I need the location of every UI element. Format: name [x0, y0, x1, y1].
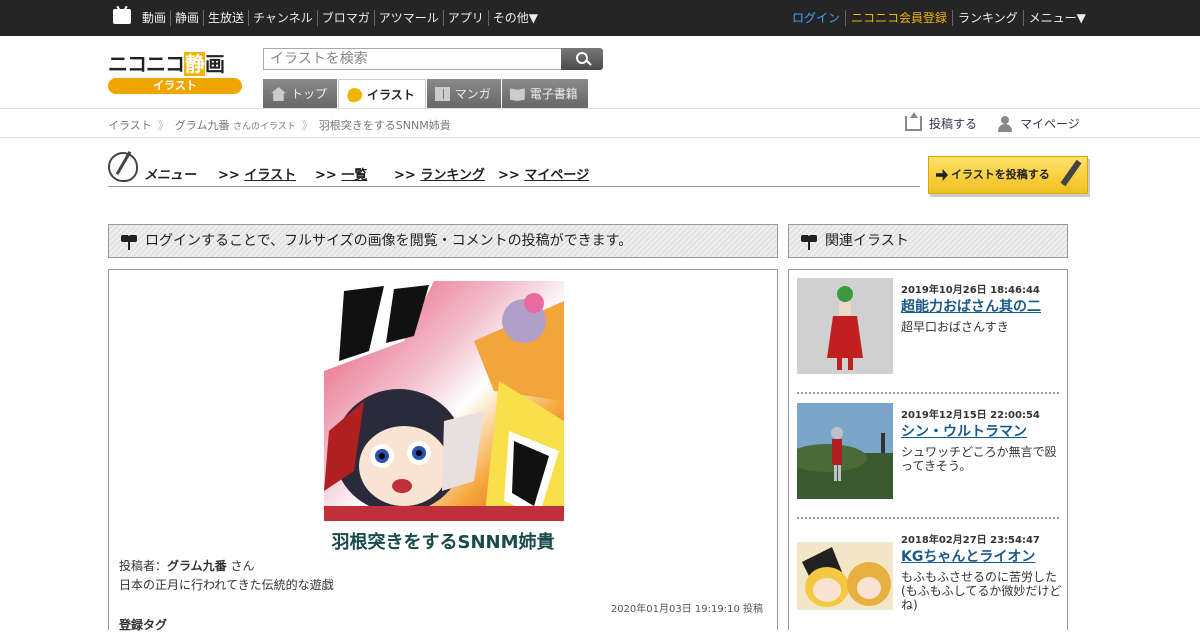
related-caption: シュワッチどころか無言で殴ってきそう。 — [901, 445, 1057, 473]
related-title-link[interactable]: シン・ウルトラマン — [901, 421, 1027, 441]
tab-top[interactable]: トップ — [263, 79, 338, 109]
search-input[interactable] — [263, 48, 561, 70]
breadcrumb-user-suffix[interactable]: さんのイラスト — [233, 122, 296, 132]
breadcrumb-root[interactable]: イラスト — [108, 119, 152, 132]
nav-douga[interactable]: 動画 — [138, 10, 170, 26]
illust-detail-panel: 羽根突きをするSNNM姉貴 投稿者：グラム九番 さん 日本の正月に行われてきた伝… — [108, 269, 778, 632]
related-thumbnail[interactable] — [797, 278, 893, 374]
book-icon — [509, 88, 525, 101]
illust-image[interactable] — [324, 281, 564, 521]
account-nav: ログイン ニコニコ会員登録 ランキング メニュー▼ — [787, 10, 1091, 26]
nav-other-dropdown[interactable]: その他▼ — [487, 10, 542, 26]
mypage-link[interactable]: マイページ — [998, 115, 1080, 132]
breadcrumb: イラスト》グラム九番 さんのイラスト》羽根突きをするSNNM姉貴 — [108, 117, 451, 133]
tab-ebook[interactable]: 電子書籍 — [501, 79, 588, 109]
logo-text: ニコニコ静画 — [108, 52, 225, 76]
palette-icon — [108, 152, 138, 182]
breadcrumb-separator: 》 — [301, 119, 313, 132]
item-divider — [797, 517, 1059, 519]
niconico-tv-icon[interactable] — [113, 9, 131, 24]
illust-description: 日本の正月に行われてきた伝統的な遊戯 — [119, 578, 334, 592]
nav-channel[interactable]: チャンネル — [248, 10, 317, 26]
sprout-icon — [799, 235, 819, 250]
poster-info: 投稿者：グラム九番 さん — [119, 559, 255, 573]
home-icon — [271, 87, 286, 101]
related-illust-panel: 2019年10月26日 18:46:44 超能力おばさん其の二 超早口おばさんす… — [788, 269, 1068, 630]
related-title-link[interactable]: 超能力おばさん其の二 — [901, 296, 1041, 316]
related-date: 2019年12月15日 22:00:54 — [901, 410, 1040, 421]
nav-atsumaru[interactable]: アツマール — [373, 10, 443, 26]
login-link[interactable]: ログイン — [787, 10, 845, 26]
tab-manga[interactable]: マンガ — [426, 79, 501, 109]
logo-subtitle: イラスト — [108, 78, 242, 94]
category-tabs: トップ イラスト マンガ 電子書籍 — [263, 79, 589, 110]
related-thumbnail[interactable] — [797, 542, 893, 610]
nav-app[interactable]: アプリ — [442, 10, 488, 26]
menu-dropdown[interactable]: メニュー▼ — [1022, 10, 1091, 26]
menu-link-ranking[interactable]: >> ランキング — [394, 164, 485, 183]
ranking-link[interactable]: ランキング — [952, 10, 1023, 26]
related-caption: 超早口おばさんすき — [901, 320, 1009, 334]
login-notice: ログインすることで、フルサイズの画像を閲覧・コメントの投稿ができます。 — [108, 224, 778, 258]
breadcrumb-bar: イラスト》グラム九番 さんのイラスト》羽根突きをするSNNM姉貴 投稿する マイ… — [0, 108, 1200, 138]
thumbnail-art — [797, 403, 893, 499]
search-form — [263, 48, 603, 70]
search-button[interactable] — [561, 48, 603, 70]
nav-seiga[interactable]: 静画 — [170, 10, 203, 26]
sprout-icon — [119, 235, 139, 250]
thumbnail-art — [797, 278, 893, 374]
illust-title: 羽根突きをするSNNM姉貴 — [331, 532, 555, 553]
menu-link-list[interactable]: >> 一覧 — [315, 164, 367, 183]
related-heading: 関連イラスト — [788, 224, 1068, 258]
menu-link-mypage[interactable]: >> マイページ — [498, 164, 589, 183]
related-thumbnail[interactable] — [797, 403, 893, 499]
upload-icon — [905, 112, 922, 131]
menu-link-illust[interactable]: >> イラスト — [218, 164, 296, 183]
top-navigation-bar: 動画 静画 生放送 チャンネル ブロマガ アツマール アプリ その他▼ ログイン… — [0, 0, 1200, 36]
post-illust-button[interactable]: イラストを投稿する — [928, 156, 1088, 194]
nav-blomaga[interactable]: ブロマガ — [316, 10, 374, 26]
poster-name[interactable]: グラム九番 — [167, 559, 227, 573]
item-divider — [797, 392, 1059, 394]
nav-live[interactable]: 生放送 — [203, 10, 248, 26]
post-link[interactable]: 投稿する — [905, 112, 977, 132]
menu-divider — [108, 186, 920, 187]
tab-illust[interactable]: イラスト — [338, 79, 426, 110]
related-title-link[interactable]: KGちゃんとライオン — [901, 546, 1035, 566]
related-date: 2019年10月26日 18:46:44 — [901, 285, 1040, 296]
breadcrumb-current: 羽根突きをするSNNM姉貴 — [318, 119, 451, 132]
related-caption: もふもふさせるのに苦労した(もふもふしてるか微妙だけどね) — [901, 570, 1062, 612]
thumbnail-art — [797, 542, 893, 610]
site-logo[interactable]: ニコニコ静画 イラスト — [108, 46, 242, 96]
manga-icon — [434, 87, 450, 101]
tags-heading: 登録タグ — [119, 618, 168, 632]
breadcrumb-separator: 》 — [157, 119, 169, 132]
related-date: 2018年02月27日 23:54:47 — [901, 535, 1040, 546]
posted-date: 2020年01月03日 19:19:10 投稿 — [610, 604, 763, 615]
menu-title: メニュー — [144, 168, 197, 183]
service-nav: 動画 静画 生放送 チャンネル ブロマガ アツマール アプリ その他▼ — [138, 10, 542, 26]
breadcrumb-user[interactable]: グラム九番 — [175, 119, 230, 132]
user-icon — [998, 115, 1012, 132]
illust-menu: メニュー >> イラスト >> 一覧 >> ランキング >> マイページ — [108, 150, 920, 190]
pen-icon — [1059, 159, 1083, 189]
arrow-right-icon — [936, 169, 948, 181]
illust-artwork — [324, 281, 564, 521]
illust-icon — [344, 85, 365, 105]
register-link[interactable]: ニコニコ会員登録 — [845, 10, 952, 26]
